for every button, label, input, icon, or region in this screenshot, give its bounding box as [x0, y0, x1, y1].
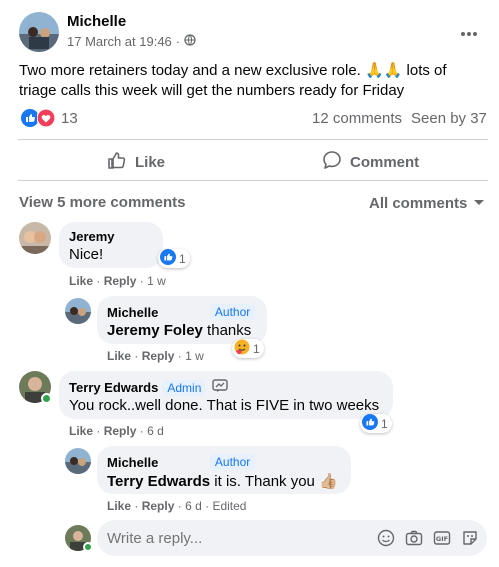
comment-reactions[interactable]: 1 — [360, 414, 392, 433]
comment-author-name[interactable]: Terry Edwards — [69, 380, 158, 395]
online-indicator — [41, 393, 52, 404]
reply-text: Jeremy Foley thanks — [107, 322, 251, 339]
comment-reaction-count: 1 — [179, 251, 186, 266]
tagged-user[interactable]: Terry Edwards — [107, 473, 210, 490]
post-author-name[interactable]: Michelle — [67, 13, 126, 30]
comment-button[interactable]: Comment — [322, 150, 419, 175]
reactions-summary[interactable]: 13 — [21, 108, 78, 128]
reaction-count: 13 — [61, 109, 78, 127]
like-label: Like — [135, 154, 166, 171]
reply-avatar[interactable] — [65, 448, 91, 474]
separator: · — [139, 274, 144, 288]
separator: · — [177, 349, 182, 363]
reply-bubble: Michelle Author Jeremy Foley thanks — [97, 296, 267, 344]
globe-icon — [184, 34, 196, 49]
comment-like-link[interactable]: Like — [69, 274, 93, 288]
comment-time[interactable]: 6 d — [147, 424, 164, 438]
like-reaction-icon — [160, 249, 176, 268]
sticker-icon[interactable] — [461, 529, 479, 552]
svg-text:GIF: GIF — [436, 535, 448, 543]
comment-text: You rock..well done. That is FIVE in two… — [69, 397, 380, 414]
reply-text-body: it is. Thank you 👍🏼 — [210, 473, 338, 490]
comment-actions: Like · Reply · 6 d — [69, 424, 164, 438]
comment-bubble: Jeremy Nice! — [59, 222, 163, 268]
comment-author: Terry Edwards Admin — [69, 379, 229, 396]
like-button[interactable]: Like — [107, 150, 165, 175]
reply-author: Michelle Author — [107, 304, 256, 320]
reply-actions: Like · Reply · 1 w — [107, 349, 204, 363]
reply-input-wrapper: GIF — [97, 520, 487, 556]
comment-reply-link[interactable]: Reply — [104, 274, 137, 288]
reply-author: Michelle Author — [107, 454, 256, 470]
admin-badge-icon — [212, 379, 229, 396]
separator: · — [96, 424, 101, 438]
author-badge: Author — [209, 304, 256, 320]
online-indicator — [83, 542, 93, 552]
chevron-down-icon — [473, 194, 485, 212]
comment-time[interactable]: 1 w — [147, 274, 166, 288]
separator: · — [177, 499, 182, 513]
comment-avatar[interactable] — [19, 222, 51, 254]
comments-filter[interactable]: All comments — [369, 194, 485, 212]
meta-separator: · — [175, 34, 181, 49]
comment-reactions[interactable]: 1 — [158, 249, 190, 268]
separator: · — [96, 274, 101, 288]
comment-reaction-count: 1 — [381, 416, 388, 431]
comment-text: Nice! — [69, 246, 104, 263]
seen-by[interactable]: Seen by 37 — [411, 110, 487, 127]
separator: · — [134, 499, 139, 513]
more-icon[interactable] — [460, 24, 478, 42]
comment-like-link[interactable]: Like — [107, 499, 131, 513]
post-text-line-1: Two more retainers today and a new exclu… — [19, 62, 447, 79]
reply-text-body: thanks — [202, 322, 252, 339]
admin-badge: Admin — [162, 379, 207, 396]
comment-reply-link[interactable]: Reply — [142, 499, 175, 513]
reply-reaction-count: 1 — [253, 341, 260, 356]
comment-like-link[interactable]: Like — [107, 349, 131, 363]
reply-input-tools: GIF — [377, 529, 479, 552]
tagged-user[interactable]: Jeremy Foley — [107, 322, 203, 339]
divider-top — [18, 139, 488, 140]
comment-like-link[interactable]: Like — [69, 424, 93, 438]
post-text-line-2: triage calls this week will get the numb… — [19, 82, 405, 99]
post-text: Two more retainers today and a new exclu… — [19, 61, 489, 101]
post-date[interactable]: 17 March at 19:46 — [67, 34, 172, 49]
reply-bubble: Michelle Author Terry Edwards it is. Tha… — [97, 446, 351, 494]
reply-reactions[interactable]: 1 — [232, 339, 264, 358]
like-reaction-icon — [362, 414, 378, 433]
comment-actions: Like · Reply · 1 w — [69, 274, 166, 288]
care-reaction-icon — [234, 339, 250, 358]
reply-author-name[interactable]: Michelle — [107, 455, 158, 470]
reply-input[interactable] — [107, 520, 367, 556]
separator: · — [134, 349, 139, 363]
post-author-avatar[interactable] — [19, 12, 59, 52]
camera-icon[interactable] — [405, 529, 423, 552]
comment-author[interactable]: Jeremy — [69, 229, 115, 244]
comment-label: Comment — [350, 154, 420, 171]
comment-reply-link[interactable]: Reply — [142, 349, 175, 363]
comment-time[interactable]: 1 w — [185, 349, 204, 363]
like-icon — [107, 150, 127, 175]
edited-label: Edited — [212, 499, 247, 513]
comment-time[interactable]: 6 d — [185, 499, 202, 513]
divider-bottom — [18, 180, 488, 181]
separator: · — [205, 499, 210, 513]
comment-reply-link[interactable]: Reply — [104, 424, 137, 438]
comments-count[interactable]: 12 comments — [312, 110, 402, 127]
comment-bubble: Terry Edwards Admin You rock..well done.… — [59, 371, 393, 419]
reply-actions: Like · Reply · 6 d · Edited — [107, 499, 246, 513]
reply-text: Terry Edwards it is. Thank you 👍🏼 — [107, 472, 338, 490]
gif-icon[interactable]: GIF — [433, 529, 451, 552]
reply-avatar[interactable] — [65, 298, 91, 324]
comments-filter-label: All comments — [369, 194, 468, 212]
love-reaction-icon — [36, 108, 56, 128]
emoji-icon[interactable] — [377, 529, 395, 552]
separator: · — [139, 424, 144, 438]
post-meta: 17 March at 19:46 · — [67, 34, 196, 49]
comment-icon — [322, 150, 342, 175]
author-badge: Author — [209, 454, 256, 470]
view-more-comments[interactable]: View 5 more comments — [19, 194, 185, 211]
reply-author-name[interactable]: Michelle — [107, 305, 158, 320]
